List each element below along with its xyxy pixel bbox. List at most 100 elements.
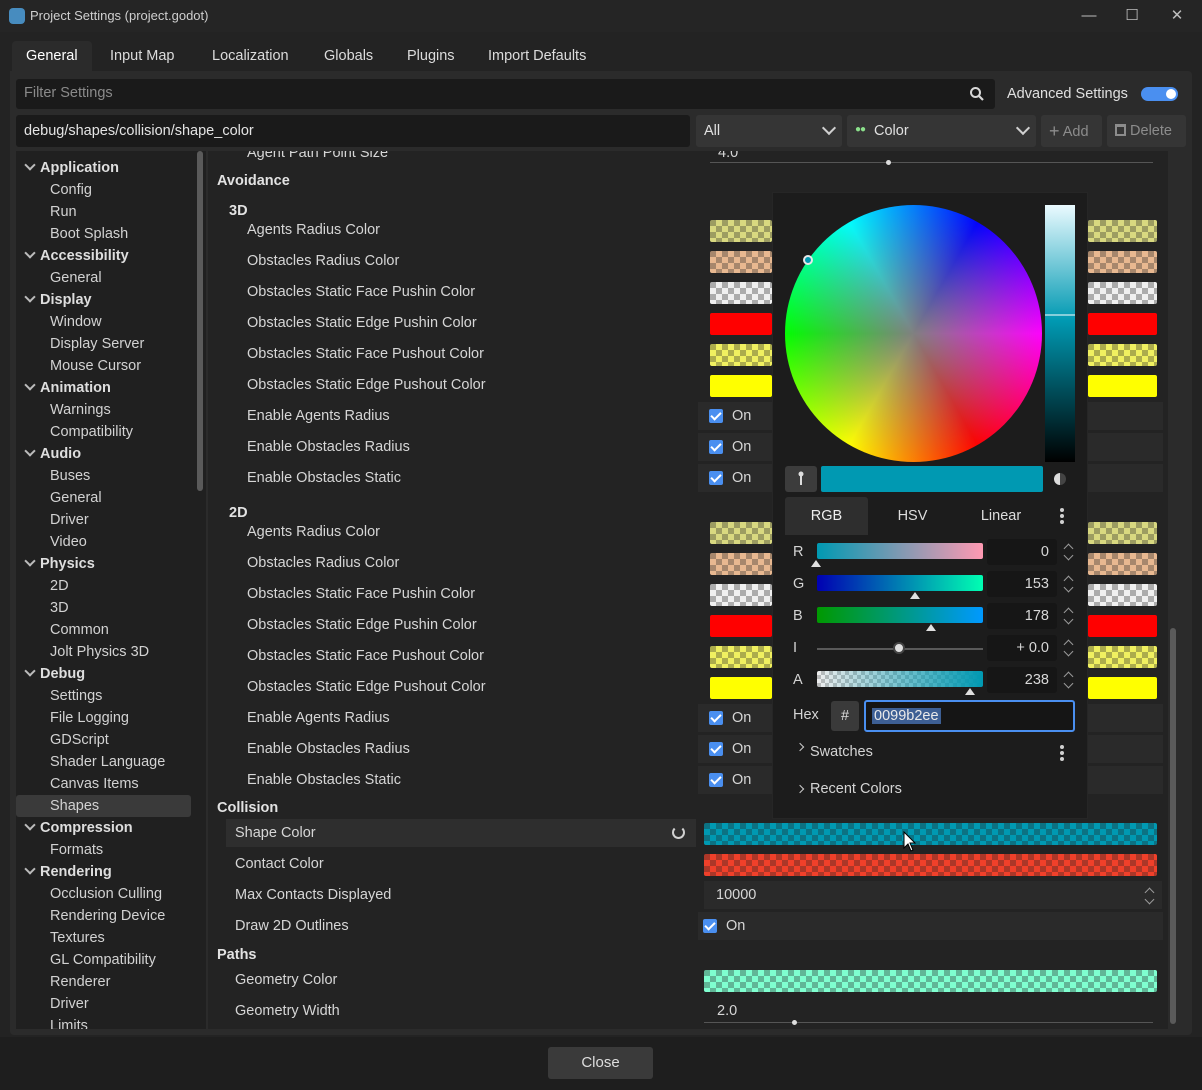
tab-input-map[interactable]: Input Map — [96, 41, 189, 71]
tree-item-rendering-device[interactable]: Rendering Device — [16, 905, 206, 927]
tree-item-mouse-cursor[interactable]: Mouse Cursor — [16, 355, 206, 377]
property-value[interactable]: 10000 — [716, 887, 756, 903]
channel-b-slider[interactable] — [817, 607, 983, 623]
channel-g-slider[interactable] — [817, 575, 983, 591]
channel-i-handle[interactable] — [893, 642, 905, 654]
tree-category-audio[interactable]: Audio — [16, 443, 206, 465]
tab-general[interactable]: General — [12, 41, 92, 71]
channel-a-slider[interactable] — [817, 671, 983, 687]
tree-category-rendering[interactable]: Rendering — [16, 861, 206, 883]
tree-item-renderer[interactable]: Renderer — [16, 971, 206, 993]
checkbox[interactable] — [709, 773, 723, 787]
color-swatch[interactable] — [1088, 615, 1157, 637]
channel-r-handle[interactable] — [811, 560, 821, 567]
recent-colors-label[interactable]: Recent Colors — [810, 781, 902, 797]
tree-scrollbar[interactable] — [197, 151, 203, 491]
tree-item-limits[interactable]: Limits — [16, 1015, 206, 1029]
minimize-icon[interactable]: — — [1078, 6, 1100, 26]
color-swatch[interactable] — [1088, 522, 1157, 544]
tree-item-driver[interactable]: Driver — [16, 993, 206, 1015]
tree-category-display[interactable]: Display — [16, 289, 206, 311]
color-swatch[interactable] — [1088, 251, 1157, 273]
color-swatch[interactable] — [710, 220, 772, 242]
tab-globals[interactable]: Globals — [310, 41, 387, 71]
checkbox[interactable] — [709, 742, 723, 756]
scope-dropdown[interactable]: All — [696, 115, 842, 147]
property-slider[interactable] — [710, 162, 1153, 163]
color-swatch[interactable] — [1088, 313, 1157, 335]
channel-g-handle[interactable] — [910, 592, 920, 599]
tree-item-settings[interactable]: Settings — [16, 685, 206, 707]
color-swatch[interactable] — [710, 282, 772, 304]
tree-category-physics[interactable]: Physics — [16, 553, 206, 575]
color-swatch[interactable] — [710, 344, 772, 366]
tree-item-window[interactable]: Window — [16, 311, 206, 333]
channel-r-spinner[interactable] — [1063, 542, 1073, 562]
color-swatch[interactable] — [710, 553, 772, 575]
mode-linear-tab[interactable]: Linear — [957, 497, 1045, 535]
slider-grabber[interactable] — [886, 160, 891, 165]
subsection-3d[interactable]: 3D — [229, 203, 248, 219]
tab-plugins[interactable]: Plugins — [393, 41, 469, 71]
tree-item-shapes[interactable]: Shapes — [16, 795, 191, 817]
section-collision[interactable]: Collision — [217, 800, 278, 816]
maximize-icon[interactable]: ☐ — [1121, 6, 1143, 26]
color-swatch[interactable] — [1088, 344, 1157, 366]
tree-item-formats[interactable]: Formats — [16, 839, 206, 861]
color-swatch[interactable] — [1088, 220, 1157, 242]
checkbox[interactable] — [709, 471, 723, 485]
color-wheel[interactable] — [785, 205, 1042, 462]
tree-item-driver[interactable]: Driver — [16, 509, 206, 531]
color-swatch[interactable] — [710, 375, 772, 397]
color-swatch[interactable] — [704, 970, 1157, 992]
tree-item-shader-language[interactable]: Shader Language — [16, 751, 206, 773]
tree-item-run[interactable]: Run — [16, 201, 206, 223]
close-button[interactable]: Close — [548, 1047, 653, 1079]
collapse-arrow-icon[interactable] — [24, 291, 36, 303]
hex-hash-toggle[interactable]: # — [831, 701, 859, 731]
tree-item-general[interactable]: General — [16, 267, 206, 289]
tree-item-compatibility[interactable]: Compatibility — [16, 421, 206, 443]
value-strip[interactable] — [1045, 205, 1075, 462]
channel-i-spinner[interactable] — [1063, 638, 1073, 658]
inspector-scrollbar[interactable] — [1170, 628, 1176, 1024]
revert-icon[interactable] — [672, 826, 685, 839]
property-value[interactable]: 2.0 — [717, 1003, 737, 1019]
tab-localization[interactable]: Localization — [198, 41, 303, 71]
property-value[interactable]: 4.0 — [718, 151, 738, 161]
swatches-chevron-icon[interactable] — [795, 742, 805, 752]
channel-a-handle[interactable] — [965, 688, 975, 695]
subsection-2d[interactable]: 2D — [229, 505, 248, 521]
color-swatch[interactable] — [710, 584, 772, 606]
collapse-arrow-icon[interactable] — [24, 159, 36, 171]
tree-category-compression[interactable]: Compression — [16, 817, 206, 839]
channel-g-spinner[interactable] — [1063, 574, 1073, 594]
channel-a-spinner[interactable] — [1063, 670, 1073, 690]
color-swatch[interactable] — [710, 677, 772, 699]
color-compare-icon[interactable] — [1054, 473, 1066, 485]
channel-g-value[interactable]: 153 — [987, 571, 1057, 597]
channel-b-handle[interactable] — [926, 624, 936, 631]
tree-category-animation[interactable]: Animation — [16, 377, 206, 399]
color-swatch[interactable] — [1088, 584, 1157, 606]
tree-category-application[interactable]: Application — [16, 157, 206, 179]
tab-import-defaults[interactable]: Import Defaults — [474, 41, 600, 71]
collapse-arrow-icon[interactable] — [24, 379, 36, 391]
color-swatch[interactable] — [1088, 282, 1157, 304]
tree-category-accessibility[interactable]: Accessibility — [16, 245, 206, 267]
tree-item-canvas-items[interactable]: Canvas Items — [16, 773, 206, 795]
color-swatch[interactable] — [710, 615, 772, 637]
tree-item-gl-compatibility[interactable]: GL Compatibility — [16, 949, 206, 971]
recent-colors-chevron-icon[interactable] — [795, 784, 805, 794]
collapse-arrow-icon[interactable] — [24, 555, 36, 567]
tree-item-gdscript[interactable]: GDScript — [16, 729, 206, 751]
channel-r-slider[interactable] — [817, 543, 983, 559]
number-spinner[interactable] — [1144, 886, 1154, 906]
tree-item-2d[interactable]: 2D — [16, 575, 206, 597]
collapse-arrow-icon[interactable] — [24, 665, 36, 677]
channel-r-value[interactable]: 0 — [987, 539, 1057, 565]
delete-button[interactable]: Delete — [1107, 115, 1186, 147]
color-swatch[interactable] — [710, 313, 772, 335]
add-button[interactable]: + Add — [1041, 115, 1102, 147]
eyedropper-button[interactable] — [785, 466, 817, 492]
